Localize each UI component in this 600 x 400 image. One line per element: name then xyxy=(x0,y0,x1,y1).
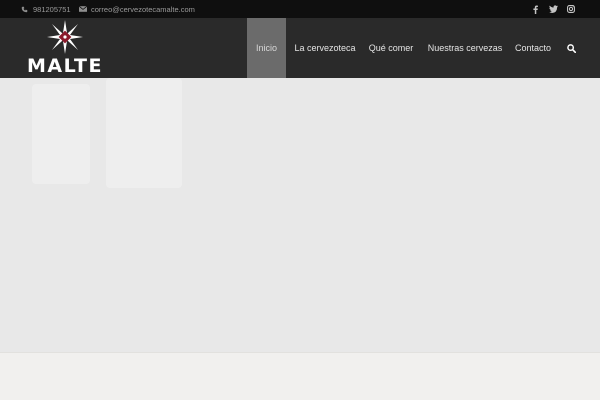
search-button[interactable] xyxy=(563,18,579,78)
email-address: correo@cervezotecamalte.com xyxy=(91,4,195,14)
nav-item-label: Nuestras cervezas xyxy=(427,43,503,53)
hero-image-shape xyxy=(32,84,90,184)
nav-item-label: Contacto xyxy=(514,43,552,53)
logo-emblem-icon xyxy=(47,20,83,54)
nav-item-la-cervezoteca[interactable]: La cervezoteca xyxy=(291,18,359,78)
nav-item-nuestras-cervezas[interactable]: Nuestras cervezas xyxy=(424,18,506,78)
top-bar: 981205751 correo@cervezotecamalte.com xyxy=(0,0,600,18)
nav-item-que-comer[interactable]: Qué comer xyxy=(364,18,418,78)
section-band xyxy=(0,352,600,400)
hero-image-shape xyxy=(106,78,182,188)
phone-number: 981205751 xyxy=(33,4,71,14)
instagram-icon xyxy=(567,5,575,13)
hero-slider xyxy=(0,78,600,352)
facebook-icon xyxy=(532,5,538,14)
phone-contact[interactable]: 981205751 xyxy=(20,0,71,18)
nav-item-label: Qué comer xyxy=(368,43,414,53)
phone-icon xyxy=(20,5,29,14)
nav-item-inicio[interactable]: Inicio xyxy=(247,18,286,78)
envelope-icon xyxy=(78,5,87,14)
email-contact[interactable]: correo@cervezotecamalte.com xyxy=(78,0,195,18)
twitter-link[interactable] xyxy=(546,0,560,18)
instagram-link[interactable] xyxy=(564,0,578,18)
twitter-icon xyxy=(548,5,558,13)
logo[interactable]: MALTE xyxy=(24,20,106,76)
facebook-link[interactable] xyxy=(528,0,542,18)
main-header: MALTE Inicio La cervezoteca Qué comer Nu… xyxy=(0,18,600,78)
logo-wordmark: MALTE xyxy=(26,55,103,77)
nav-item-contacto[interactable]: Contacto xyxy=(511,18,555,78)
nav-item-label: Inicio xyxy=(255,43,277,53)
search-icon xyxy=(566,43,576,53)
nav-item-label: La cervezoteca xyxy=(294,43,356,53)
